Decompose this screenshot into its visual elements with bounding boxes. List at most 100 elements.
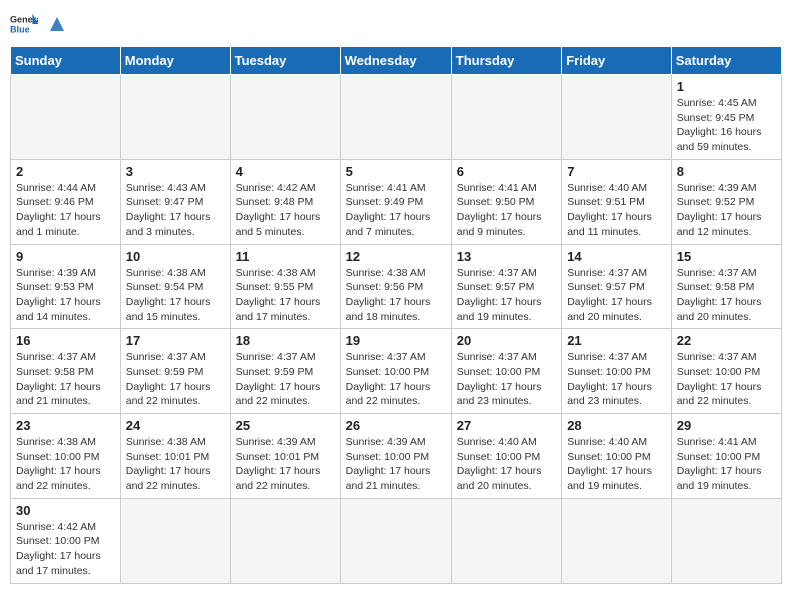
calendar-cell	[120, 75, 230, 160]
cell-content: Sunrise: 4:38 AM Sunset: 9:55 PM Dayligh…	[236, 266, 335, 325]
cell-content: Sunrise: 4:40 AM Sunset: 10:00 PM Daylig…	[567, 435, 666, 494]
day-number: 24	[126, 418, 225, 433]
calendar-cell	[340, 75, 451, 160]
day-number: 30	[16, 503, 115, 518]
calendar-cell: 20 Sunrise: 4:37 AM Sunset: 10:00 PM Dayl…	[451, 329, 561, 414]
cell-content: Sunrise: 4:40 AM Sunset: 10:00 PM Daylig…	[457, 435, 556, 494]
day-number: 14	[567, 249, 666, 264]
day-number: 29	[677, 418, 776, 433]
cell-content: Sunrise: 4:37 AM Sunset: 9:57 PM Dayligh…	[567, 266, 666, 325]
cell-content: Sunrise: 4:39 AM Sunset: 10:01 PM Daylig…	[236, 435, 335, 494]
day-number: 13	[457, 249, 556, 264]
calendar-cell: 16Sunrise: 4:37 AM Sunset: 9:58 PM Dayli…	[11, 329, 121, 414]
calendar-cell: 14 Sunrise: 4:37 AM Sunset: 9:57 PM Dayli…	[562, 244, 672, 329]
calendar-cell: 27Sunrise: 4:40 AM Sunset: 10:00 PM Dayl…	[451, 414, 561, 499]
cell-content: Sunrise: 4:44 AM Sunset: 9:46 PM Dayligh…	[16, 181, 115, 240]
calendar-cell: 28 Sunrise: 4:40 AM Sunset: 10:00 PM Dayl…	[562, 414, 672, 499]
calendar-cell: 10Sunrise: 4:38 AM Sunset: 9:54 PM Dayli…	[120, 244, 230, 329]
cell-content: Sunrise: 4:39 AM Sunset: 10:00 PM Daylig…	[346, 435, 446, 494]
cell-content: Sunrise: 4:40 AM Sunset: 9:51 PM Dayligh…	[567, 181, 666, 240]
svg-text:Blue: Blue	[10, 24, 30, 34]
calendar-cell	[230, 75, 340, 160]
calendar-cell	[451, 498, 561, 583]
calendar-cell: 23 Sunrise: 4:38 AM Sunset: 10:00 PM Dayl…	[11, 414, 121, 499]
day-number: 18	[236, 333, 335, 348]
calendar-cell: 22Sunrise: 4:37 AM Sunset: 10:00 PM Dayl…	[671, 329, 781, 414]
day-number: 11	[236, 249, 335, 264]
calendar-cell	[562, 498, 672, 583]
calendar-cell: 3Sunrise: 4:43 AM Sunset: 9:47 PM Daylig…	[120, 159, 230, 244]
calendar-table: SundayMondayTuesdayWednesdayThursdayFrid…	[10, 46, 782, 584]
weekday-header-friday: Friday	[562, 47, 672, 75]
calendar-cell	[11, 75, 121, 160]
cell-content: Sunrise: 4:38 AM Sunset: 10:00 PM Daylig…	[16, 435, 115, 494]
day-number: 25	[236, 418, 335, 433]
day-number: 19	[346, 333, 446, 348]
logo-icon: General Blue	[10, 10, 38, 38]
day-number: 3	[126, 164, 225, 179]
cell-content: Sunrise: 4:37 AM Sunset: 9:59 PM Dayligh…	[126, 350, 225, 409]
day-number: 28	[567, 418, 666, 433]
calendar-cell: 7 Sunrise: 4:40 AM Sunset: 9:51 PM Daylig…	[562, 159, 672, 244]
weekday-header-sunday: Sunday	[11, 47, 121, 75]
cell-content: Sunrise: 4:45 AM Sunset: 9:45 PM Dayligh…	[677, 96, 776, 155]
weekday-header-wednesday: Wednesday	[340, 47, 451, 75]
cell-content: Sunrise: 4:41 AM Sunset: 9:50 PM Dayligh…	[457, 181, 556, 240]
calendar-cell: 13 Sunrise: 4:37 AM Sunset: 9:57 PM Dayli…	[451, 244, 561, 329]
day-number: 16	[16, 333, 115, 348]
cell-content: Sunrise: 4:39 AM Sunset: 9:52 PM Dayligh…	[677, 181, 776, 240]
day-number: 8	[677, 164, 776, 179]
cell-content: Sunrise: 4:37 AM Sunset: 9:58 PM Dayligh…	[677, 266, 776, 325]
day-number: 7	[567, 164, 666, 179]
weekday-header-saturday: Saturday	[671, 47, 781, 75]
day-number: 20	[457, 333, 556, 348]
cell-content: Sunrise: 4:37 AM Sunset: 10:00 PM Daylig…	[457, 350, 556, 409]
calendar-cell: 19 Sunrise: 4:37 AM Sunset: 10:00 PM Dayl…	[340, 329, 451, 414]
calendar-cell: 1Sunrise: 4:45 AM Sunset: 9:45 PM Daylig…	[671, 75, 781, 160]
calendar-cell	[451, 75, 561, 160]
calendar-cell: 18 Sunrise: 4:37 AM Sunset: 9:59 PM Dayli…	[230, 329, 340, 414]
calendar-cell	[562, 75, 672, 160]
weekday-header-monday: Monday	[120, 47, 230, 75]
calendar-cell: 30 Sunrise: 4:42 AM Sunset: 10:00 PM Dayl…	[11, 498, 121, 583]
cell-content: Sunrise: 4:41 AM Sunset: 9:49 PM Dayligh…	[346, 181, 446, 240]
cell-content: Sunrise: 4:39 AM Sunset: 9:53 PM Dayligh…	[16, 266, 115, 325]
day-number: 9	[16, 249, 115, 264]
weekday-header-thursday: Thursday	[451, 47, 561, 75]
day-number: 26	[346, 418, 446, 433]
day-number: 4	[236, 164, 335, 179]
cell-content: Sunrise: 4:38 AM Sunset: 10:01 PM Daylig…	[126, 435, 225, 494]
calendar-cell	[120, 498, 230, 583]
cell-content: Sunrise: 4:37 AM Sunset: 10:00 PM Daylig…	[346, 350, 446, 409]
day-number: 21	[567, 333, 666, 348]
calendar-cell: 29 Sunrise: 4:41 AM Sunset: 10:00 PM Dayl…	[671, 414, 781, 499]
day-number: 17	[126, 333, 225, 348]
calendar-cell: 12 Sunrise: 4:38 AM Sunset: 9:56 PM Dayli…	[340, 244, 451, 329]
calendar-cell: 17 Sunrise: 4:37 AM Sunset: 9:59 PM Dayli…	[120, 329, 230, 414]
weekday-header-tuesday: Tuesday	[230, 47, 340, 75]
cell-content: Sunrise: 4:38 AM Sunset: 9:56 PM Dayligh…	[346, 266, 446, 325]
calendar-cell: 5 Sunrise: 4:41 AM Sunset: 9:49 PM Daylig…	[340, 159, 451, 244]
day-number: 2	[16, 164, 115, 179]
day-number: 12	[346, 249, 446, 264]
day-number: 22	[677, 333, 776, 348]
calendar-cell: 24 Sunrise: 4:38 AM Sunset: 10:01 PM Dayl…	[120, 414, 230, 499]
cell-content: Sunrise: 4:37 AM Sunset: 9:59 PM Dayligh…	[236, 350, 335, 409]
day-number: 5	[346, 164, 446, 179]
day-number: 15	[677, 249, 776, 264]
cell-content: Sunrise: 4:42 AM Sunset: 10:00 PM Daylig…	[16, 520, 115, 579]
calendar-cell: 21 Sunrise: 4:37 AM Sunset: 10:00 PM Dayl…	[562, 329, 672, 414]
calendar-cell: 8 Sunrise: 4:39 AM Sunset: 9:52 PM Daylig…	[671, 159, 781, 244]
logo: General Blue	[10, 10, 68, 38]
calendar-cell: 25 Sunrise: 4:39 AM Sunset: 10:01 PM Dayl…	[230, 414, 340, 499]
calendar-cell: 4 Sunrise: 4:42 AM Sunset: 9:48 PM Daylig…	[230, 159, 340, 244]
day-number: 6	[457, 164, 556, 179]
logo-triangle-icon	[46, 13, 68, 35]
cell-content: Sunrise: 4:37 AM Sunset: 10:00 PM Daylig…	[567, 350, 666, 409]
cell-content: Sunrise: 4:41 AM Sunset: 10:00 PM Daylig…	[677, 435, 776, 494]
cell-content: Sunrise: 4:42 AM Sunset: 9:48 PM Dayligh…	[236, 181, 335, 240]
cell-content: Sunrise: 4:37 AM Sunset: 9:57 PM Dayligh…	[457, 266, 556, 325]
calendar-cell: 2 Sunrise: 4:44 AM Sunset: 9:46 PM Daylig…	[11, 159, 121, 244]
calendar-cell	[340, 498, 451, 583]
day-number: 23	[16, 418, 115, 433]
